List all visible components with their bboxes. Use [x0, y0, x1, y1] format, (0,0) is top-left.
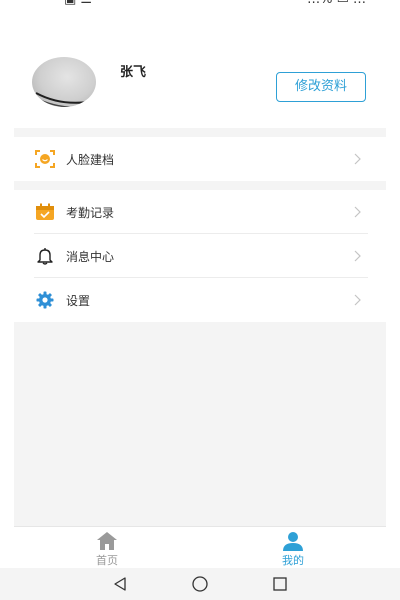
tab-mine[interactable]: 我的: [200, 527, 386, 569]
menu-label-messages: 消息中心: [66, 249, 115, 264]
face-scan-icon: [34, 148, 56, 170]
recents-icon[interactable]: [260, 572, 300, 596]
chevron-right-icon: [352, 153, 364, 165]
home-icon: [96, 531, 118, 551]
tab-mine-label: 我的: [282, 554, 304, 567]
menu-section-face: 人脸建档: [14, 137, 386, 181]
chevron-right-icon: [352, 206, 364, 218]
user-name: 张飞: [120, 65, 147, 80]
menu-label-settings: 设置: [66, 293, 91, 308]
edit-profile-button[interactable]: 修改资料: [276, 72, 366, 102]
phone-screen: ▣ ☰ …% ▭ … 张飞 修改资料: [0, 0, 400, 600]
user-icon: [282, 531, 304, 551]
menu-label-face-archive: 人脸建档: [66, 152, 115, 167]
tab-home[interactable]: 首页: [14, 527, 200, 569]
status-right: …% ▭ …: [307, 0, 366, 7]
menu-item-attendance[interactable]: 考勤记录: [14, 190, 386, 234]
bell-icon: [34, 245, 56, 267]
home-circle-icon[interactable]: [180, 572, 220, 596]
profile-header: 张飞 修改资料: [14, 10, 386, 128]
chevron-right-icon: [352, 250, 364, 262]
menu-item-messages[interactable]: 消息中心: [14, 234, 386, 278]
avatar[interactable]: [32, 57, 96, 107]
menu-item-face-archive[interactable]: 人脸建档: [14, 137, 386, 181]
menu-label-attendance: 考勤记录: [66, 205, 115, 220]
menu-section-main: 考勤记录 消息中心 设置: [14, 190, 386, 322]
bottom-tab-bar: 首页 我的: [14, 526, 386, 569]
app-container: ▣ ☰ …% ▭ … 张飞 修改资料: [14, 0, 386, 600]
menu-item-settings[interactable]: 设置: [14, 278, 386, 322]
status-left: ▣ ☰: [64, 0, 92, 7]
system-nav-bar: [0, 568, 400, 600]
chevron-right-icon: [352, 294, 364, 306]
status-bar: ▣ ☰ …% ▭ …: [14, 0, 386, 10]
back-icon[interactable]: [100, 572, 140, 596]
tab-home-label: 首页: [96, 554, 118, 567]
gear-icon: [34, 289, 56, 311]
calendar-check-icon: [34, 201, 56, 223]
